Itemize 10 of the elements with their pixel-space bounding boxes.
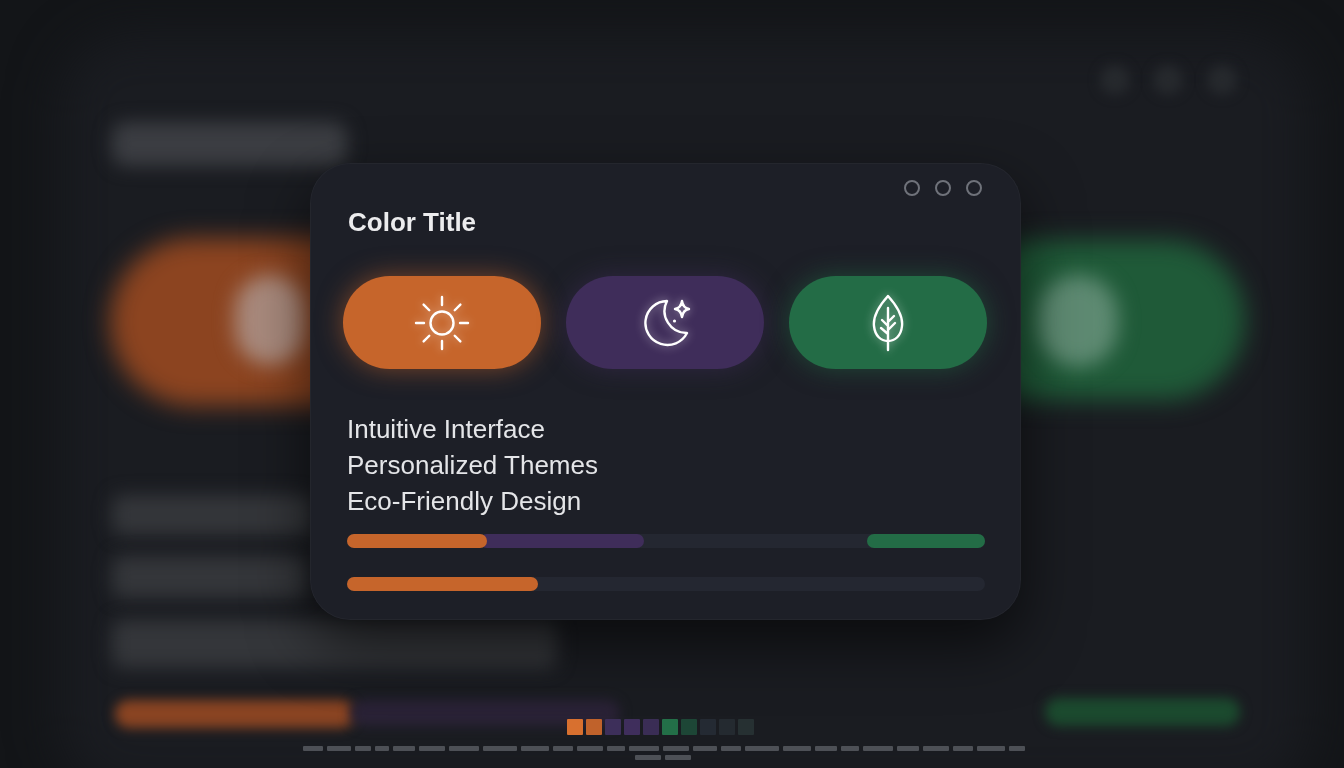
- ring-icon[interactable]: [904, 180, 920, 196]
- feature-label: Personalized Themes: [347, 449, 598, 482]
- ring-icon[interactable]: [935, 180, 951, 196]
- card-title: Color Title: [348, 206, 477, 238]
- feature-label: Intuitive Interface: [347, 413, 545, 446]
- sun-icon: [413, 293, 471, 352]
- feature-label: Eco-Friendly Design: [347, 485, 582, 518]
- leaf-icon: [871, 293, 905, 352]
- theme-button[interactable]: [343, 276, 541, 369]
- ring-icon[interactable]: [966, 180, 982, 196]
